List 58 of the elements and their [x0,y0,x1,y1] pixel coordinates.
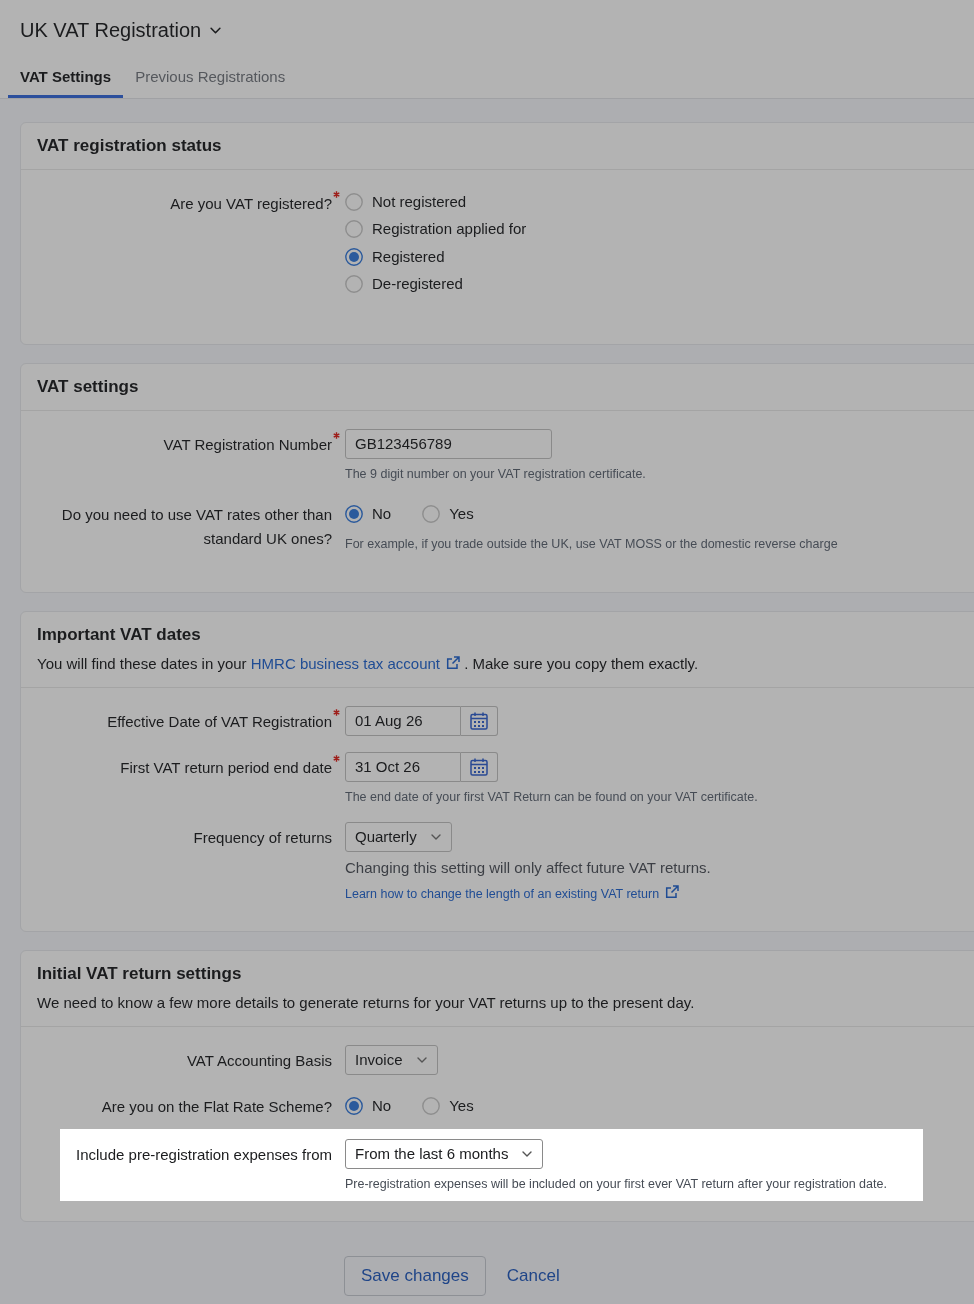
radio-button[interactable] [422,505,441,523]
radio-label[interactable]: Yes [449,1095,474,1117]
field-label: Frequency of returns [193,829,332,846]
section-title: Initial VAT return settings [37,963,243,985]
hint-text: The 9 digit number on your VAT registration certificate. [345,466,646,483]
radio-label[interactable]: Not registered [372,190,467,213]
help-link[interactable]: Learn how to change the length of an existing VAT return [345,887,680,901]
radio-label[interactable]: De-registered [372,273,463,296]
cancel-link[interactable]: Cancel [506,1263,560,1289]
radio-button[interactable] [345,192,363,211]
radio-button[interactable] [345,505,363,523]
field-label: Are you VAT registered? [170,195,332,212]
text-input[interactable]: GB123456789 [345,429,552,459]
radio-button[interactable] [345,275,363,294]
save-button[interactable]: Save changes [344,1256,486,1296]
section-intro: We need to know a few more details to generate returns for your VAT returns up to the present day. [37,993,696,1013]
date-input[interactable]: 01 Aug 26 [345,706,461,736]
hint-text: Pre-registration expenses will be included on your first ever VAT return after your registration date. [345,1176,887,1193]
dropdown[interactable]: Invoice [345,1045,438,1075]
chevron-down-icon [430,834,441,840]
radio-label[interactable]: No [372,1095,392,1117]
field-label: Do you need to use VAT rates other than standard UK ones? [61,506,332,547]
chevron-down-icon [416,1057,427,1063]
radio-label[interactable]: No [372,503,392,525]
account-link[interactable]: HMRC business tax account [250,655,460,672]
external-link-icon [665,885,680,899]
tab[interactable]: VAT Settings [8,56,124,98]
calendar-icon [470,758,488,776]
calendar-button[interactable] [461,706,498,736]
field-label: First VAT return period end date [120,759,332,776]
section-title: VAT registration status [37,135,223,157]
calendar-button[interactable] [461,752,498,782]
page-title-dropdown[interactable]: UK VAT Registration [20,16,222,44]
radio-label[interactable]: Registered [372,245,445,268]
external-link-icon [446,656,460,670]
field-label: VAT Registration Number [163,436,332,453]
field-label: Include pre-registration expenses from [76,1146,332,1163]
section-title: VAT settings [37,376,140,398]
field-label: Effective Date of VAT Registration [107,713,332,730]
radio-button[interactable] [345,247,363,266]
chevron-down-icon [522,1151,533,1157]
field-label: VAT Accounting Basis [186,1052,332,1069]
radio-label[interactable]: Registration applied for [372,218,527,241]
calendar-icon [470,712,488,730]
dropdown[interactable]: Quarterly [345,822,452,852]
section-title: Important VAT dates [37,624,202,646]
radio-button[interactable] [345,1097,363,1115]
field-label: Are you on the Flat Rate Scheme? [101,1098,332,1115]
chevron-down-icon [210,26,222,34]
hint-text: For example, if you trade outside the UK, use VAT MOSS or the domestic reverse charge [345,536,838,553]
dropdown[interactable]: From the last 6 months [345,1139,544,1169]
section-intro: You will find these dates in your HMRC business tax account . Make sure you copy them exactly. [37,654,700,674]
date-input[interactable]: 31 Oct 26 [345,752,461,782]
note-text: Changing this setting will only affect future VAT returns. [345,858,711,878]
radio-button[interactable] [345,220,363,239]
radio-button[interactable] [422,1097,441,1115]
hint-text: The end date of your first VAT Return can be found on your VAT certificate. [345,789,758,806]
radio-label[interactable]: Yes [449,503,474,525]
